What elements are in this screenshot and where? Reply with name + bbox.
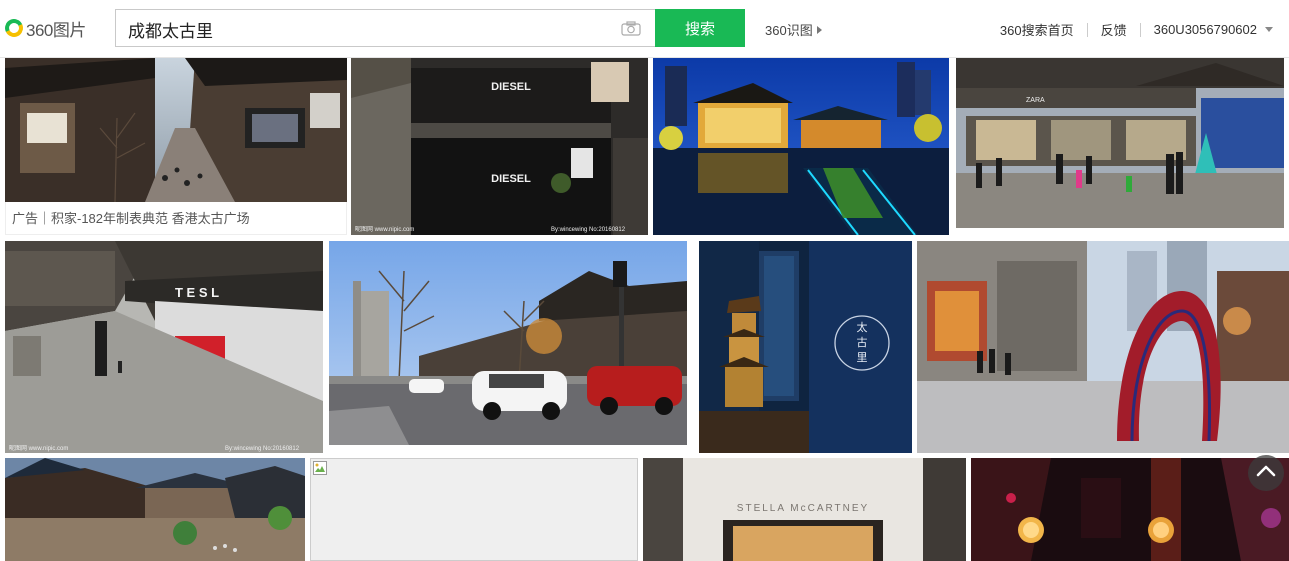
emblem-char: 里 [857,351,868,364]
divider [1139,22,1141,37]
result-image[interactable]: ZARA [956,58,1284,228]
search-input[interactable] [126,10,610,48]
street-cars-photo [329,241,687,445]
result-image-ad[interactable]: 广告｜积家-182年制表典范 香港太古广场 [5,58,347,235]
result-image[interactable]: STELLA McCARTNEY [643,458,966,561]
diesel-sign: DIESEL [491,81,531,93]
user-menu[interactable]: 360U3056790602 [1154,22,1273,37]
watermark: By:wincewing No:20160812 [551,227,626,233]
feedback-link[interactable]: 反馈 [1101,20,1127,39]
result-image[interactable] [653,58,949,235]
logo-text: 360图片 [26,20,86,40]
lanterns-photo [971,458,1289,561]
camera-icon[interactable] [621,21,641,36]
diesel-store-photo: DIESEL DIESEL 昵图网 www.nipic.com By:wince… [351,58,648,235]
header-links: 360搜索首页 反馈 360U3056790602 [1000,20,1273,39]
emblem-char: 太 [857,321,868,334]
search-button[interactable]: 搜索 [655,9,745,47]
top-bar: 360图片 搜索 360识图 360搜索首页 反馈 360U3056790602 [0,0,1289,58]
shitu-link[interactable]: 360识图 [765,20,822,39]
result-image-broken[interactable] [310,458,638,561]
watermark: By:wincewing No:20160812 [225,446,300,452]
chevron-up-icon [1256,465,1276,477]
zara-sign: ZARA [1026,97,1045,104]
stella-sign: STELLA McCARTNEY [737,503,869,514]
shitu-label: 360识图 [765,23,813,38]
tesla-sign: T E S L [175,285,219,300]
chevron-down-icon [1265,27,1273,32]
tower-emblem-photo: 太 古 里 [699,241,912,453]
zara-store-photo: ZARA [956,58,1284,228]
caret-right-icon [816,25,822,34]
result-image[interactable]: DIESEL DIESEL 昵图网 www.nipic.com By:wince… [351,58,648,235]
night-pavilion-photo [653,58,949,235]
user-name: 360U3056790602 [1153,22,1257,37]
result-image[interactable] [5,458,305,561]
result-image[interactable]: 太 古 里 [699,241,912,453]
image-results-grid: 广告｜积家-182年制表典范 香港太古广场 DIESEL DIESEL 昵图网 … [0,58,1289,561]
site-logo[interactable]: 360图片 [2,14,86,42]
street-photo [5,58,347,202]
result-image[interactable] [917,241,1289,453]
sculpture-plaza-photo [917,241,1289,453]
result-image[interactable] [971,458,1289,561]
home-link[interactable]: 360搜索首页 [1000,20,1074,39]
back-to-top-button[interactable] [1248,455,1284,491]
result-image[interactable] [329,241,687,445]
search-box [115,9,655,48]
broken-image-icon [313,461,327,475]
emblem-char: 古 [857,336,868,349]
ad-caption[interactable]: 广告｜积家-182年制表典范 香港太古广场 [5,202,347,235]
tesla-store-photo: T E S L 昵图网 www.nipic.com By:wincewing N… [5,241,323,453]
divider [1086,22,1088,37]
watermark: 昵图网 www.nipic.com [355,226,414,233]
watermark: 昵图网 www.nipic.com [9,445,68,452]
diesel-sign: DIESEL [491,173,531,185]
logo-ring-icon [2,16,26,40]
result-image[interactable]: T E S L 昵图网 www.nipic.com By:wincewing N… [5,241,323,453]
stella-store-photo: STELLA McCARTNEY [643,458,966,561]
old-town-photo [5,458,305,561]
